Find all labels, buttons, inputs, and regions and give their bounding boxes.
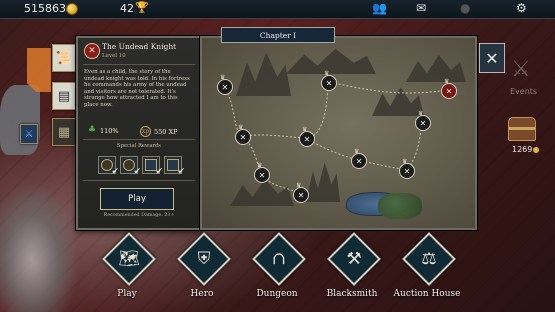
check-icon: ✔ <box>133 167 141 177</box>
crown-icon: ♛ <box>302 126 308 133</box>
nav-auction-house-diamond: ⚖ <box>402 232 456 286</box>
people-icon[interactable]: 👥 <box>372 1 387 16</box>
nav-dungeon-diamond: ∩ <box>252 232 306 286</box>
success-chance-value: 110% <box>100 126 119 135</box>
events-icon[interactable]: ⚔ <box>508 57 534 83</box>
rock-decoration <box>0 85 40 155</box>
success-chance: ♣ 110% <box>88 126 119 135</box>
gold-amount: 515863 <box>24 2 66 15</box>
nav-play-diamond: 🗺 <box>102 232 156 286</box>
side-tile-quests[interactable]: 📜 <box>52 44 76 72</box>
level-node-current[interactable]: ♛ ✕ <box>441 79 457 99</box>
nav-hero[interactable]: ⛨ Hero <box>177 232 231 308</box>
book-icon: ▤ <box>57 88 71 104</box>
reward-slot[interactable]: ✔ <box>98 156 119 177</box>
chest-band <box>509 127 535 130</box>
sword-icon: ⚔ <box>24 128 34 140</box>
side-tile-gate[interactable]: ▦ <box>52 118 76 146</box>
gate-icon: ▦ <box>57 124 71 140</box>
crossed-swords-icon: ✕ <box>84 43 100 59</box>
nav-dungeon[interactable]: ∩ Dungeon <box>252 232 306 308</box>
close-map-button[interactable]: ✕ <box>479 43 505 73</box>
level-node[interactable]: ♛ ✕ <box>415 111 431 131</box>
trophy-icon: 🏆 <box>135 1 149 14</box>
nav-play[interactable]: 🗺 Play <box>102 232 156 308</box>
level-node[interactable]: ♛ ✕ <box>351 149 367 169</box>
special-rewards-label: Special Rewards <box>117 143 161 149</box>
reward-slot[interactable]: ✔ <box>142 156 163 177</box>
coin-icon <box>533 147 539 153</box>
nav-auction-house[interactable]: ⚖ Auction House <box>394 232 460 308</box>
chapter-title: Chapter I <box>221 27 335 43</box>
divider <box>83 180 195 181</box>
side-tab-highlight <box>27 48 51 92</box>
horseshoe-icon: ∩ <box>271 249 287 269</box>
scroll-icon: 📜 <box>55 50 73 66</box>
crown-icon: ♛ <box>324 70 330 77</box>
gold-coin-icon <box>66 3 78 15</box>
envelope-icon[interactable]: ✉ <box>416 1 426 16</box>
events-label[interactable]: Events <box>510 87 537 96</box>
xp-icon: xp <box>140 126 151 137</box>
level-node[interactable]: ♛ ✕ <box>235 125 251 145</box>
nav-blacksmith-diamond: ⚒ <box>327 232 381 286</box>
nav-auction-house-label: Auction House <box>393 289 461 299</box>
quest-panel: ✕ The Undead Knight Level 10 Even as a c… <box>76 36 202 230</box>
map-scroll-icon: 🗺 <box>118 249 140 269</box>
divider <box>83 139 195 140</box>
level-node[interactable]: ♛ ✕ <box>299 127 315 147</box>
treasure-chest-icon[interactable] <box>508 117 536 141</box>
anvil-icon: ⚒ <box>346 249 362 269</box>
reward-slot[interactable]: ✔ <box>120 156 141 177</box>
reward-slot[interactable]: ✔ <box>164 156 185 177</box>
level-node[interactable]: ♛ ✕ <box>254 163 270 183</box>
check-icon: ✔ <box>155 167 163 177</box>
quest-play-button[interactable]: Play <box>100 188 174 210</box>
recommended-damage: Recommended Damage: 23+ <box>103 213 175 218</box>
gavel-icon: ⚖ <box>421 249 437 269</box>
crown-icon: ♛ <box>238 124 244 131</box>
side-tile-book[interactable]: ▤ <box>52 82 76 110</box>
xp-value: 550 XP <box>154 127 178 136</box>
clover-icon: ♣ <box>88 125 97 135</box>
hero-figure <box>0 182 80 312</box>
close-icon: ✕ <box>485 48 499 68</box>
quest-story: Even as a child, the story of the undead… <box>84 69 190 108</box>
quest-level: Level 10 <box>102 53 126 59</box>
chapter-map: ♛ ✕ ♛ ✕ ♛ ✕ ♛ ✕ ♛ ✕ ♛ ✕ ♛ ✕ ♛ ✕ ♛ ✕ ♛ ✕ <box>200 36 477 230</box>
crown-icon: ♛ <box>257 162 263 169</box>
nav-blacksmith[interactable]: ⚒ Blacksmith <box>327 232 381 308</box>
chest-count: 1269 <box>512 145 533 154</box>
xp-reward: xp 550 XP <box>140 126 177 137</box>
quest-title: The Undead Knight <box>102 42 177 51</box>
divider <box>83 64 195 65</box>
level-node[interactable]: ♛ ✕ <box>399 159 415 179</box>
nav-hero-diamond: ⛨ <box>177 232 231 286</box>
crown-icon: ♛ <box>354 148 360 155</box>
level-node[interactable]: ♛ ✕ <box>217 75 233 95</box>
armor-icon: ⛨ <box>197 249 211 269</box>
gear-icon[interactable]: ⚙ <box>516 1 527 16</box>
level-node[interactable]: ♛ ✕ <box>293 183 309 203</box>
crown-icon: ♛ <box>296 182 302 189</box>
level-node[interactable]: ♛ ✕ <box>321 71 337 91</box>
trophy-count: 42 <box>120 2 134 15</box>
side-tile-skill[interactable]: ⚔ <box>20 124 38 144</box>
check-icon: ✔ <box>177 167 185 177</box>
crown-icon: ♛ <box>402 158 408 165</box>
crown-icon: ♛ <box>418 110 424 117</box>
microphone-icon[interactable]: ● <box>460 1 470 16</box>
top-bar: 515863 42 🏆 👥 ✉ ● ⚙ <box>0 0 555 19</box>
check-icon: ✔ <box>111 167 119 177</box>
crown-icon: ♛ <box>444 78 450 85</box>
crown-icon: ♛ <box>220 74 226 81</box>
